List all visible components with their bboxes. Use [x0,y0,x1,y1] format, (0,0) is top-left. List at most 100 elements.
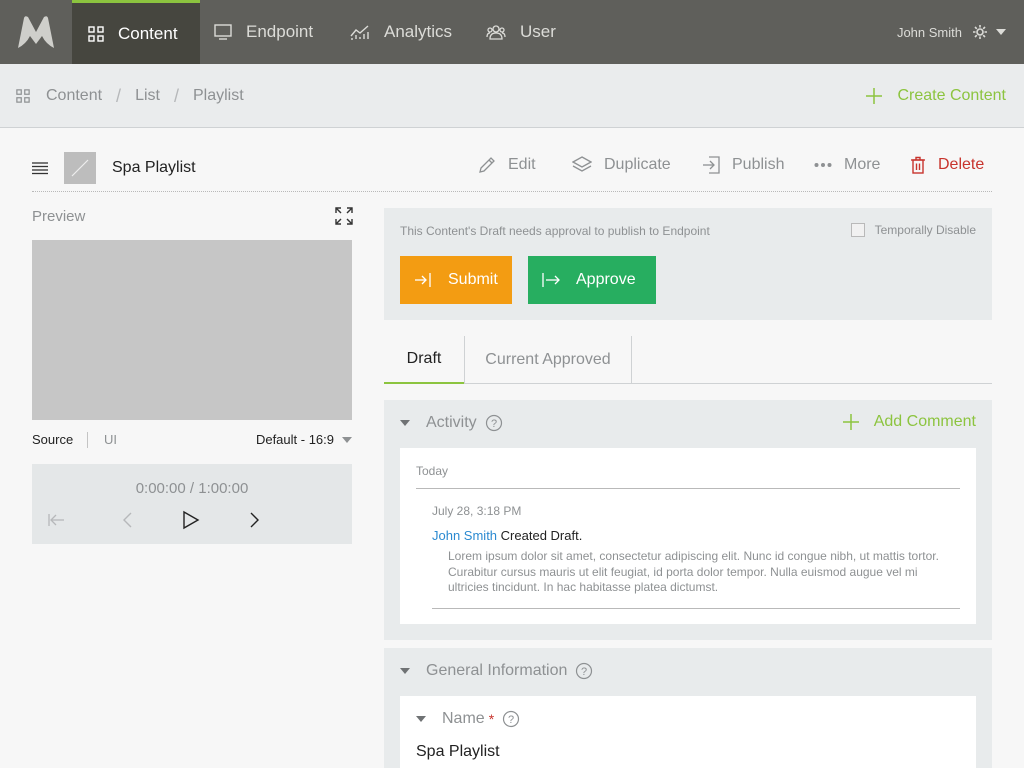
breadcrumb: Content / List / Playlist [16,64,244,128]
grid-icon [16,89,30,103]
breadcrumb-separator: / [173,85,179,106]
activity-log: Today July 28, 3:18 PM John Smith Create… [400,448,976,624]
add-comment-label: Add Comment [873,413,976,430]
publish-icon [702,156,720,174]
activity-timestamp: July 28, 3:18 PM [432,504,522,518]
user-name: John Smith [896,24,962,40]
divider [432,608,960,609]
tab-draft[interactable]: Draft [384,336,464,384]
duplicate-button[interactable]: Duplicate [572,156,671,174]
preview-viewport [32,240,352,420]
trash-icon [910,156,926,174]
play-icon[interactable] [182,510,200,530]
aspect-ratio-select[interactable]: Default - 16:9 [256,432,352,447]
content-thumbnail [64,152,96,184]
nav-tab-content[interactable]: Content [72,0,200,64]
nav-tab-label: Content [118,23,178,43]
required-marker: * [488,711,495,727]
playback-time: 0:00:00 / 1:00:00 [135,480,249,497]
users-icon [486,24,506,40]
general-information-body: Name * ? Spa Playlist [400,696,976,768]
activity-user-link[interactable]: John Smith [432,528,497,543]
duplicate-label: Duplicate [604,156,671,173]
approval-message: This Content's Draft needs approval to p… [400,224,710,238]
submit-button[interactable]: Submit [400,256,512,304]
activity-header[interactable]: Activity ? [400,414,503,432]
user-menu[interactable]: John Smith [897,0,1006,64]
help-icon[interactable]: ? [575,662,593,680]
edit-label: Edit [508,156,536,173]
approve-arrow-icon [542,272,560,288]
content-header: Spa Playlist Edit Duplicate Publish More… [32,152,992,192]
checkbox[interactable] [850,223,865,237]
nav-tab-endpoint[interactable]: Endpoint [200,0,330,64]
expand-icon[interactable] [334,206,354,226]
name-field-header[interactable]: Name * ? [416,710,520,728]
publish-label: Publish [732,156,785,173]
collapse-triangle-icon[interactable] [400,668,410,674]
nav-tab-label: Endpoint [246,22,314,41]
player-controls: 0:00:00 / 1:00:00 [32,464,352,544]
tab-current-approved[interactable]: Current Approved [464,336,632,384]
breadcrumb-content[interactable]: Content [46,87,102,105]
plus-icon [865,87,883,105]
chevron-down-icon [996,29,1006,35]
top-navigation-bar: Content Endpoint Analytics User John Smi… [0,0,1024,64]
grid-icon [88,25,104,42]
publish-button[interactable]: Publish [702,156,784,174]
preview-heading: Preview [32,208,86,225]
create-content-label: Create Content [897,87,1006,104]
temporally-disable-label: Temporally Disable [874,223,976,237]
delete-button[interactable]: Delete [910,156,984,174]
approve-label: Approve [576,271,636,288]
general-information-header[interactable]: General Information ? [400,662,593,680]
ui-tab[interactable]: UI [104,432,117,447]
name-field-value[interactable]: Spa Playlist [416,743,500,761]
source-tab[interactable]: Source [32,432,73,447]
nav-tab-analytics[interactable]: Analytics [330,0,466,64]
divider [416,488,960,489]
previous-icon[interactable] [122,512,134,528]
activity-title: Activity [426,414,477,431]
create-content-button[interactable]: Create Content [865,64,1006,128]
chevron-down-icon [342,436,352,443]
skip-start-icon[interactable] [48,512,64,528]
submit-label: Submit [448,271,498,288]
next-icon[interactable] [248,512,260,528]
svg-text:?: ? [491,418,497,430]
aspect-ratio-value: Default - 16:9 [255,432,334,447]
delete-label: Delete [938,156,985,173]
add-comment-button[interactable]: Add Comment [842,413,976,431]
chart-icon [350,24,370,40]
pencil-icon [478,156,496,174]
breadcrumb-bar: Content / List / Playlist Create Content [0,64,1024,128]
divider [87,432,88,448]
help-icon[interactable]: ? [502,710,520,728]
breadcrumb-list[interactable]: List [135,87,160,105]
general-information-title: General Information [426,662,568,679]
monitor-icon [214,24,232,40]
plus-icon [842,413,860,431]
activity-section: Activity ? Add Comment Today July 28, 3:… [384,400,992,640]
breadcrumb-playlist: Playlist [192,87,244,104]
activity-comment-text: Lorem ipsum dolor sit amet, consectetur … [448,549,939,594]
collapse-triangle-icon[interactable] [416,716,426,722]
list-icon[interactable] [32,161,48,175]
activity-entry-title: John Smith Created Draft. [432,528,582,543]
more-button[interactable]: More [814,156,880,174]
nav-tab-label: User [520,22,556,41]
help-icon[interactable]: ? [485,414,503,432]
temporally-disable-checkbox[interactable]: Temporally Disable [850,223,976,237]
approve-button[interactable]: Approve [528,256,656,304]
approval-panel: This Content's Draft needs approval to p… [384,208,992,320]
app-logo[interactable] [0,0,72,64]
collapse-triangle-icon[interactable] [400,420,410,426]
breadcrumb-separator: / [116,85,122,106]
submit-arrow-icon [414,272,432,288]
edit-button[interactable]: Edit [478,156,536,174]
nav-tab-user[interactable]: User [466,0,576,64]
nav-tab-label: Analytics [384,22,453,41]
svg-text:?: ? [581,666,587,678]
activity-action: Created Draft. [500,528,583,543]
preview-options: Source UI Default - 16:9 [32,430,352,450]
